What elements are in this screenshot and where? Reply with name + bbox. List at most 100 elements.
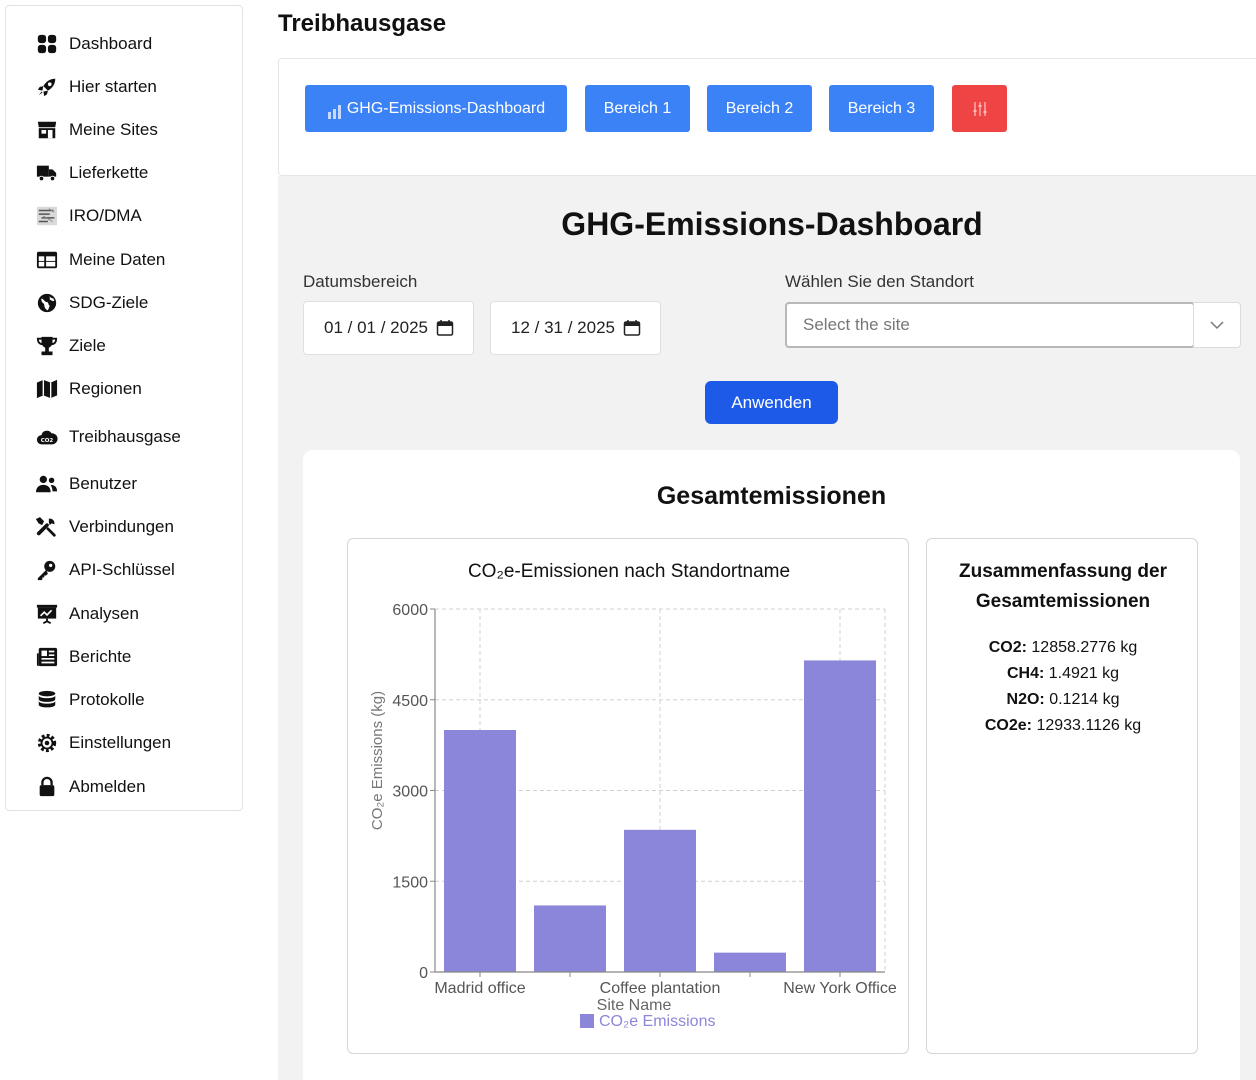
legend-label: CO₂e Emissions (599, 1013, 715, 1030)
date-range-label: Datumsbereich (303, 272, 418, 291)
tab-bereich-1[interactable]: Bereich 1 (585, 85, 690, 132)
sidebar-item-protokolle[interactable]: Protokolle (34, 686, 145, 714)
summary-list: CO2: 12858.2776 kg CH4: 1.4921 kg N2O: 0… (927, 635, 1199, 739)
sidebar-item-einstellungen[interactable]: Einstellungen (34, 729, 171, 757)
sidebar-item-label: Meine Daten (69, 250, 166, 269)
sidebar-item-lieferkette[interactable]: Lieferkette (34, 159, 148, 187)
sliders-icon (973, 101, 986, 116)
bar-3 (714, 952, 786, 972)
newspaper-icon (34, 645, 60, 669)
sidebar-item-label: Hier starten (69, 77, 157, 96)
summary-title: Zusammenfassung der Gesamtemissionen (959, 561, 1167, 612)
dashboard-title: GHG-Emissions-Dashboard (561, 206, 983, 242)
date-from-value: 01 / 01 / 2025 (324, 318, 428, 337)
bar-1 (534, 905, 606, 972)
sidebar-item-label: Treibhausgase (69, 427, 181, 446)
sidebar-item-label: Regionen (69, 379, 142, 398)
sidebar-item-iro-dma[interactable]: IRO/DMA (34, 202, 142, 230)
sidebar-item-label: Berichte (69, 647, 132, 666)
site-select-toggle[interactable] (1193, 302, 1241, 348)
sidebar-item-dashboard[interactable]: Dashboard (34, 30, 152, 58)
bar-2 (624, 829, 696, 972)
sidebar-item-regionen[interactable]: Regionen (34, 375, 142, 403)
dashboard-icon (34, 32, 60, 56)
users-icon (34, 472, 60, 496)
sidebar-item-berichte[interactable]: Berichte (34, 643, 131, 671)
tab-bereich-3[interactable]: Bereich 3 (829, 85, 934, 132)
tab-label: Bereich 2 (725, 99, 794, 117)
y-tick-label: 3000 (392, 784, 428, 801)
sidebar-item-label: Verbindungen (69, 517, 174, 536)
x-tick-label: Coffee plantation (600, 980, 721, 997)
summary-value: 1.4921 kg (1048, 665, 1120, 682)
calendar-icon[interactable] (436, 319, 454, 337)
date-to-value: 12 / 31 / 2025 (511, 318, 615, 337)
summary-key: CH4: (1006, 665, 1045, 682)
calendar-icon[interactable] (623, 319, 641, 337)
y-tick-label: 4500 (392, 693, 428, 710)
chevron-down-icon (1210, 320, 1224, 329)
sidebar-item-analysen[interactable]: Analysen (34, 600, 139, 628)
page-title: Treibhausgase (278, 10, 447, 37)
total-emissions-title: Gesamtemissionen (656, 482, 887, 510)
map-icon (34, 377, 60, 401)
tab-label: Bereich 1 (603, 99, 672, 117)
bar-4 (804, 660, 876, 972)
globe-icon (34, 291, 60, 315)
sidebar-item-verbindungen[interactable]: Verbindungen (34, 513, 174, 541)
tools-icon (34, 515, 60, 539)
sidebar-item-ziele[interactable]: Ziele (34, 332, 106, 360)
y-tick-label: 0 (419, 965, 428, 982)
sidebar-item-benutzer[interactable]: Benutzer (34, 470, 137, 498)
sidebar-item-meine-sites[interactable]: Meine Sites (34, 116, 158, 144)
summary-row-n2o: N2O: 0.1214 kg (927, 687, 1199, 713)
tab-label: Bereich 3 (847, 99, 916, 117)
summary-value: 12933.1126 kg (1036, 717, 1142, 734)
sidebar-item-hier-starten[interactable]: Hier starten (34, 73, 157, 101)
tab-label: GHG-Emissions-Dashboard (346, 99, 546, 117)
emissions-chart-panel: CO₂e-Emissionen nach Standortname 0 1500 3… (347, 538, 909, 1054)
tab-bar: GHG-Emissions-Dashboard Bereich 1 Bereic… (278, 58, 1256, 176)
y-tick-label: 6000 (392, 602, 428, 619)
summary-key: CO2e: (984, 717, 1032, 734)
tab-ghg-dashboard[interactable]: GHG-Emissions-Dashboard (305, 85, 567, 132)
sidebar-item-label: Lieferkette (69, 163, 149, 182)
bar-0 (444, 730, 516, 972)
filter-settings-button[interactable] (952, 85, 1007, 132)
x-tick-label: Madrid office (434, 980, 525, 997)
rocket-icon (34, 75, 60, 99)
sidebar-item-meine-daten[interactable]: Meine Daten (34, 246, 165, 274)
y-tick-label: 1500 (392, 874, 428, 891)
y-axis-label: CO₂e Emissions (kg) (369, 691, 386, 830)
tab-bereich-2[interactable]: Bereich 2 (707, 85, 812, 132)
summary-value: 12858.2776 kg (1031, 639, 1138, 656)
summary-panel: Zusammenfassung der Gesamtemissionen CO2… (926, 538, 1198, 1054)
sidebar-item-label: Ziele (69, 336, 106, 355)
presentation-icon (34, 602, 60, 626)
table-icon (34, 248, 60, 272)
site-select-input[interactable] (785, 302, 1195, 348)
lock-icon (34, 775, 60, 799)
sidebar-item-sdg-ziele[interactable]: SDG-Ziele (34, 289, 148, 317)
summary-row-ch4: CH4: 1.4921 kg (927, 661, 1199, 687)
emissions-bar-chart: 0 1500 3000 4500 6000 Madrid office Coffee pla… (369, 602, 897, 1030)
sidebar-item-label: API-Schlüssel (69, 560, 175, 579)
svg-text:CO2: CO2 (41, 438, 54, 444)
gear-icon (34, 731, 60, 755)
date-to-input[interactable]: 12 / 31 / 2025 (490, 301, 661, 355)
sidebar-item-treibhausgase[interactable]: CO2 Treibhausgase (34, 423, 181, 451)
sidebar-item-label: Analysen (69, 604, 139, 623)
apply-button[interactable]: Anwenden (705, 381, 838, 424)
sidebar-item-api-schluessel[interactable]: API-Schlüssel (34, 556, 175, 584)
date-from-input[interactable]: 01 / 01 / 2025 (303, 301, 474, 355)
sidebar-item-label: Meine Sites (69, 120, 158, 139)
bar-chart-icon (327, 104, 341, 119)
main-content: GHG-Emissions-Dashboard Datumsbereich 01… (278, 176, 1256, 1080)
truck-icon (34, 161, 60, 185)
sidebar-item-abmelden[interactable]: Abmelden (34, 773, 146, 801)
iro-image-icon (34, 204, 60, 228)
key-icon (34, 558, 60, 582)
summary-row-co2: CO2: 12858.2776 kg (927, 635, 1199, 661)
summary-key: N2O: (1006, 691, 1045, 708)
total-emissions-card: Gesamtemissionen CO₂e-Emissionen nach St… (303, 450, 1240, 1080)
